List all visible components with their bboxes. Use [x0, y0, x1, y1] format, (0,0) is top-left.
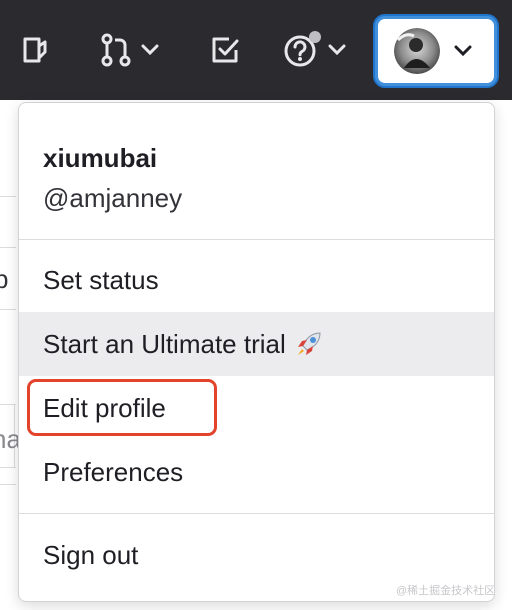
issues-icon [23, 37, 47, 63]
edit-profile-item[interactable]: Edit profile [19, 376, 494, 440]
start-ultimate-trial-item[interactable]: Start an Ultimate trial [19, 312, 494, 376]
top-navbar [0, 0, 512, 100]
background-divider [0, 309, 16, 310]
background-divider [0, 247, 16, 248]
background-divider [0, 484, 16, 485]
user-display-name: xiumubai [43, 143, 158, 173]
user-dropdown-menu: xiumubai @amjanney Set status Start an U… [18, 102, 495, 602]
help-icon [284, 31, 321, 67]
chevron-down-icon [328, 44, 346, 56]
preferences-item[interactable]: Preferences [19, 440, 494, 504]
sign-out-item[interactable]: Sign out [19, 523, 494, 587]
todos-button[interactable] [204, 22, 246, 78]
issues-button[interactable] [14, 22, 58, 78]
menu-divider [19, 513, 494, 514]
avatar [394, 28, 440, 74]
notification-dot [309, 31, 321, 43]
background-text: p [0, 264, 9, 294]
menu-item-label: Set status [43, 264, 159, 295]
menu-item-label: Start an Ultimate trial [43, 328, 286, 359]
user-username: @amjanney [43, 183, 183, 213]
user-menu-button[interactable] [375, 16, 497, 86]
watermark: @稀土掘金技术社区 [396, 585, 496, 597]
set-status-item[interactable]: Set status [19, 248, 494, 312]
chevron-down-icon [454, 45, 472, 57]
todos-icon [212, 37, 239, 63]
menu-item-label: Sign out [43, 539, 139, 570]
menu-item-label: Preferences [43, 456, 184, 487]
background-divider [0, 196, 16, 197]
merge-requests-icon [101, 33, 131, 67]
help-button[interactable] [278, 22, 350, 78]
menu-item-label: Edit profile [43, 392, 166, 423]
chevron-down-icon [141, 44, 159, 56]
merge-requests-button[interactable] [94, 22, 164, 78]
background-divider [0, 467, 16, 468]
menu-divider [19, 239, 494, 240]
rocket-icon [297, 332, 321, 355]
